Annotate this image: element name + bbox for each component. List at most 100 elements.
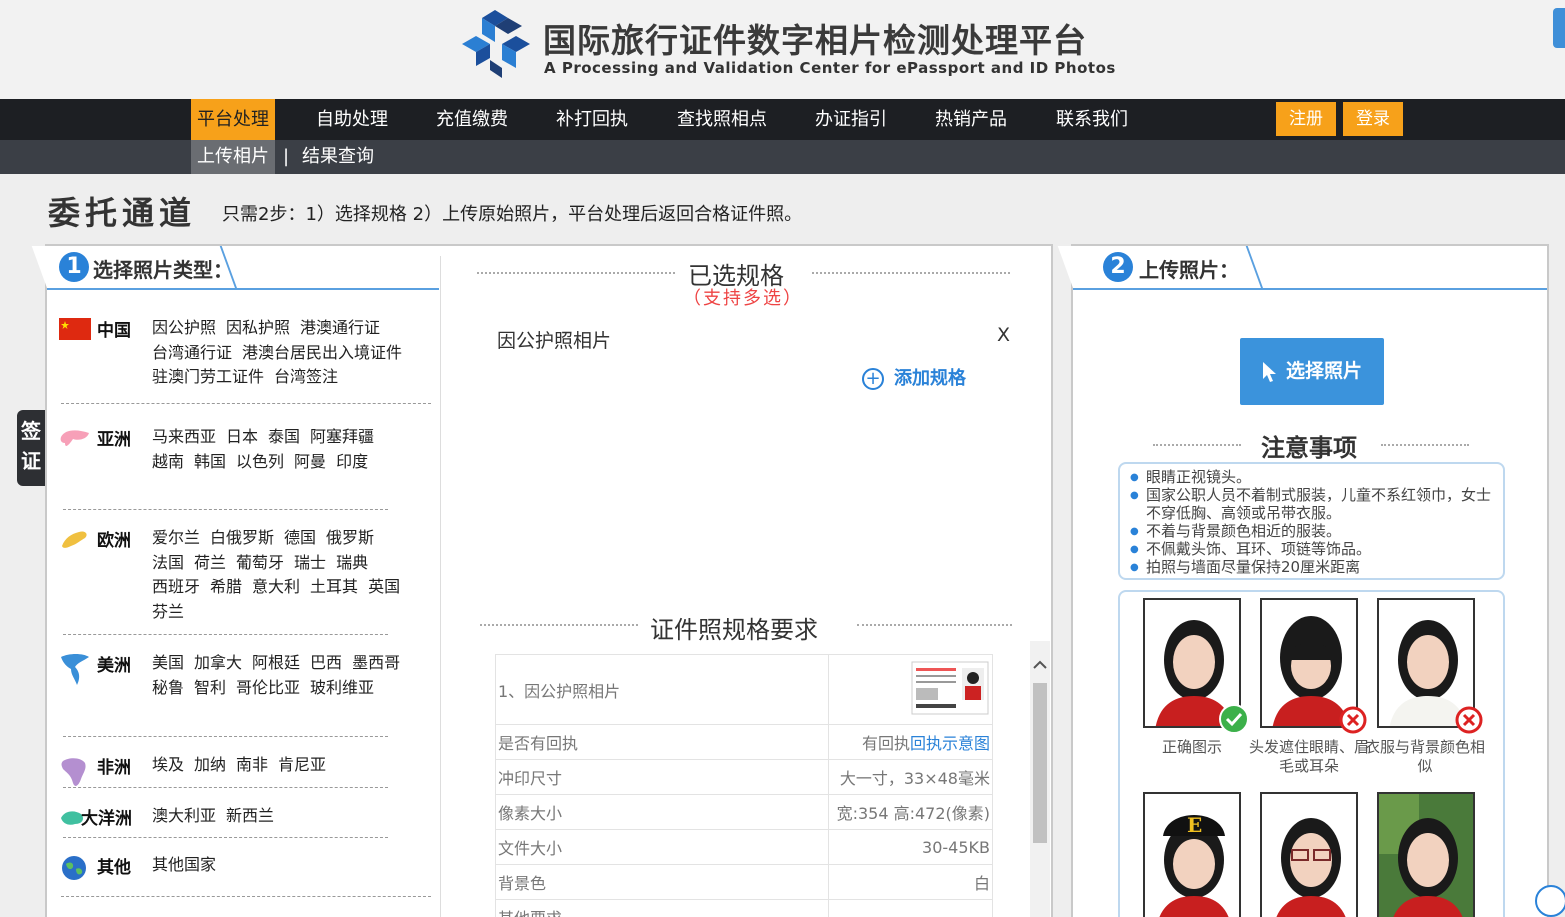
country-link[interactable]: 芬兰 <box>152 600 184 625</box>
country-link[interactable]: 印度 <box>336 450 368 475</box>
country-link[interactable]: 巴西 <box>310 651 342 676</box>
spec-label: 冲印尺寸 <box>495 759 829 795</box>
country-link[interactable]: 智利 <box>194 676 226 701</box>
choose-photo-button[interactable]: 选择照片 <box>1240 338 1384 405</box>
nav-hot-products[interactable]: 热销产品 <box>935 99 1007 140</box>
remove-spec-button[interactable]: X <box>997 324 1010 346</box>
spec-scrollbar[interactable] <box>1030 641 1050 917</box>
country-list: 其他国家 <box>152 853 422 878</box>
country-link[interactable]: 其他国家 <box>152 853 216 878</box>
country-link[interactable]: 以色列 <box>236 450 284 475</box>
country-link[interactable]: 德国 <box>284 526 316 551</box>
visa-side-tab[interactable]: 签 证 <box>17 410 45 486</box>
subnav-separator: | <box>283 146 290 167</box>
nav-recharge[interactable]: 充值缴费 <box>436 99 508 140</box>
subnav-results[interactable]: 结果查询 <box>302 140 374 174</box>
region-name: 亚洲 <box>97 430 131 450</box>
country-link[interactable]: 瑞典 <box>336 551 368 576</box>
country-link[interactable]: 墨西哥 <box>352 651 400 676</box>
country-list: 因公护照 因私护照 港澳通行证台湾通行证 港澳台居民出入境证件驻澳门劳工证件 台湾签注 <box>152 316 422 390</box>
country-link[interactable]: 泰国 <box>268 425 300 450</box>
nav-find-studio[interactable]: 查找照相点 <box>677 99 767 140</box>
country-link[interactable]: 玻利维亚 <box>310 676 374 701</box>
column-divider <box>440 256 441 917</box>
asia-map-icon <box>60 430 89 446</box>
table-row: 像素大小 宽:354 高:472(像素) <box>495 794 993 830</box>
country-link[interactable]: 埃及 <box>152 753 184 778</box>
sub-nav: 上传相片 | 结果查询 <box>0 140 1565 174</box>
country-link[interactable]: 希腊 <box>210 575 242 600</box>
country-list: 美国 加拿大 阿根廷 巴西 墨西哥秘鲁 智利 哥伦比亚 玻利维亚 <box>152 651 422 700</box>
subnav-upload[interactable]: 上传相片 <box>191 140 275 174</box>
example-photo-glasses <box>1260 792 1358 917</box>
country-link[interactable]: 白俄罗斯 <box>210 526 274 551</box>
country-link[interactable]: 美国 <box>152 651 184 676</box>
caption-clothes: 衣服与背景颜色相似 <box>1364 738 1485 775</box>
country-link[interactable]: 港澳通行证 <box>300 316 380 341</box>
cross-icon <box>1455 706 1483 734</box>
country-link[interactable]: 日本 <box>226 425 258 450</box>
country-link[interactable]: 阿根廷 <box>252 651 300 676</box>
svg-text:E: E <box>1187 813 1202 837</box>
nav-reprint-receipt[interactable]: 补打回执 <box>556 99 628 140</box>
country-link[interactable]: 南非 <box>236 753 268 778</box>
nav-self-process[interactable]: 自助处理 <box>316 99 388 140</box>
spec-value <box>828 899 993 917</box>
nav-guide[interactable]: 办证指引 <box>815 99 887 140</box>
scroll-thumb[interactable] <box>1033 683 1047 843</box>
globe-icon <box>62 856 86 880</box>
country-link[interactable]: 意大利 <box>252 575 300 600</box>
country-link[interactable]: 瑞士 <box>294 551 326 576</box>
step1-label: 选择照片类型： <box>93 258 233 282</box>
country-link[interactable]: 加拿大 <box>194 651 242 676</box>
country-link[interactable]: 葡萄牙 <box>236 551 284 576</box>
scroll-up-icon[interactable] <box>1030 655 1050 675</box>
receipt-sample-link[interactable]: 回执示意图 <box>910 734 990 753</box>
region-name: 大洋洲 <box>81 809 132 829</box>
country-link[interactable]: 西班牙 <box>152 575 200 600</box>
nav-platform-process[interactable]: 平台处理 <box>191 99 275 140</box>
country-link[interactable]: 肯尼亚 <box>278 753 326 778</box>
country-link[interactable]: 因公护照 <box>152 316 216 341</box>
example-photo-background <box>1377 792 1475 917</box>
corner-tab[interactable] <box>1553 8 1565 48</box>
register-button[interactable]: 注册 <box>1276 102 1336 136</box>
country-link[interactable]: 阿塞拜疆 <box>310 425 374 450</box>
page-description: 只需2步：1）选择规格 2）上传原始照片，平台处理后返回合格证件照。 <box>222 204 803 225</box>
country-link[interactable]: 爱尔兰 <box>152 526 200 551</box>
country-link[interactable]: 哥伦比亚 <box>236 676 300 701</box>
country-link[interactable]: 澳大利亚 <box>152 804 216 829</box>
notes-list: 眼睛正视镜头。 国家公职人员不着制式服装，儿童不系红领巾，女士不穿低胸、高领或吊… <box>1118 462 1505 580</box>
help-float-icon[interactable] <box>1535 885 1565 917</box>
country-link[interactable]: 加纳 <box>194 753 226 778</box>
country-link[interactable]: 马来西亚 <box>152 425 216 450</box>
country-link[interactable]: 秘鲁 <box>152 676 184 701</box>
side-tab-char: 签 <box>21 419 41 443</box>
country-link[interactable]: 新西兰 <box>226 804 274 829</box>
table-row: 是否有回执 有回执回执示意图 <box>495 724 993 760</box>
receipt-thumbnail-icon <box>911 661 989 714</box>
country-link[interactable]: 港澳台居民出入境证件 <box>242 341 402 366</box>
country-link[interactable]: 英国 <box>368 575 400 600</box>
country-link[interactable]: 俄罗斯 <box>326 526 374 551</box>
page-title: 委托通道 <box>48 194 197 232</box>
country-link[interactable]: 阿曼 <box>294 450 326 475</box>
add-spec-label: 添加规格 <box>894 368 966 389</box>
country-link[interactable]: 土耳其 <box>310 575 358 600</box>
nav-contact[interactable]: 联系我们 <box>1056 99 1128 140</box>
spec-value: 白 <box>828 864 993 900</box>
country-link[interactable]: 荷兰 <box>194 551 226 576</box>
country-link[interactable]: 法国 <box>152 551 184 576</box>
country-list: 马来西亚 日本 泰国 阿塞拜疆越南 韩国 以色列 阿曼 印度 <box>152 425 422 474</box>
country-list: 爱尔兰 白俄罗斯 德国 俄罗斯法国 荷兰 葡萄牙 瑞士 瑞典西班牙 希腊 意大利 土耳其 英国芬兰 <box>152 526 422 624</box>
country-link[interactable]: 台湾签注 <box>274 365 338 390</box>
country-link[interactable]: 越南 <box>152 450 184 475</box>
country-link[interactable]: 台湾通行证 <box>152 341 232 366</box>
country-link[interactable]: 因私护照 <box>226 316 290 341</box>
login-button[interactable]: 登录 <box>1343 102 1403 136</box>
table-row: 背景色 白 <box>495 864 993 900</box>
country-link[interactable]: 驻澳门劳工证件 <box>152 365 264 390</box>
spec-value-text: 有回执 <box>861 734 910 753</box>
country-link[interactable]: 韩国 <box>194 450 226 475</box>
add-spec-button[interactable]: + 添加规格 <box>862 364 966 390</box>
